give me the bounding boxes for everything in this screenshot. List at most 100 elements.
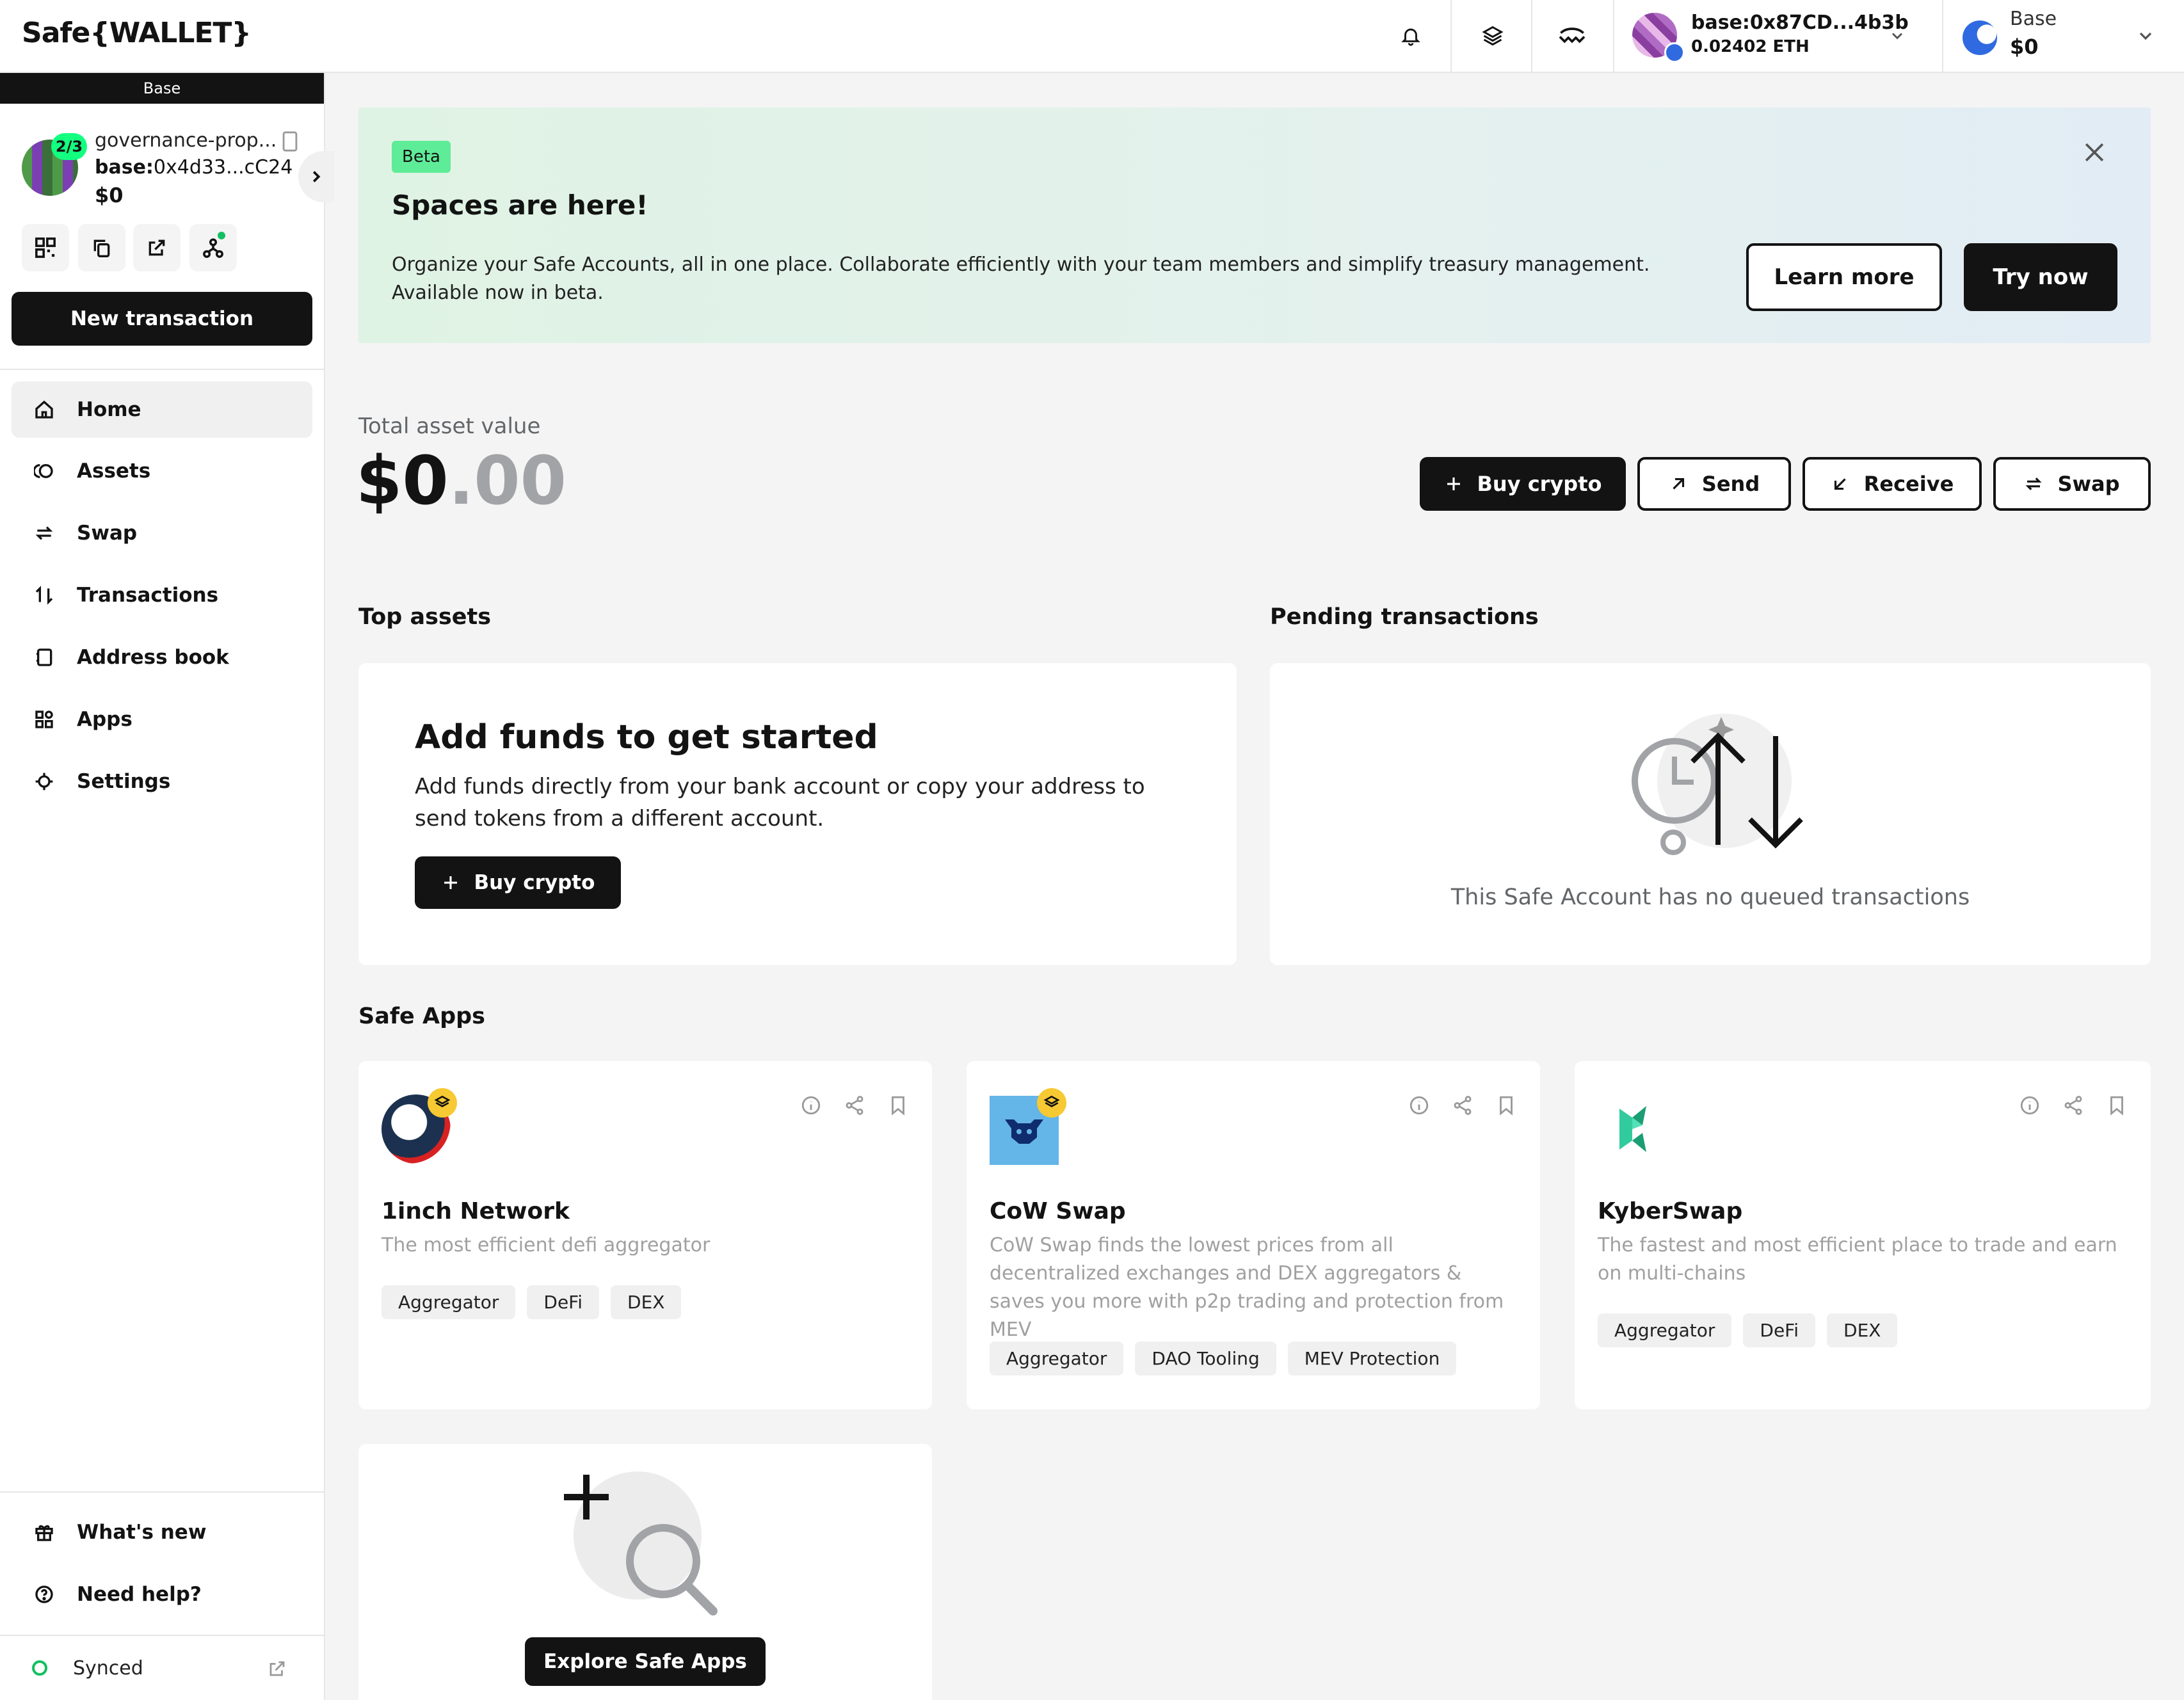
safe-balance: $0 [95,183,124,207]
buy-crypto-button[interactable]: Buy crypto [1420,457,1626,511]
top-header: Safe{WALLET} base:0x87CD...4b3b 0.02402 … [0,0,2184,73]
app-name: KyberSwap [1598,1198,1743,1224]
connected-wallet[interactable]: base:0x87CD...4b3b 0.02402 ETH [1632,10,1909,63]
synced-label: Synced [73,1656,143,1680]
tag: DAO Tooling [1135,1342,1276,1375]
safe-app-card-cow-swap[interactable]: CoW Swap CoW Swap finds the lowest price… [967,1061,1540,1409]
share-icon[interactable] [844,1095,865,1116]
share-icon[interactable] [1452,1095,1473,1116]
swap-label: Swap [2057,472,2120,496]
whats-new-link[interactable]: What's new [12,1504,312,1560]
total-asset-value: $0.00 [356,442,566,520]
arrow-up-right-icon [1673,477,1684,490]
nav-home[interactable]: Home [12,381,312,438]
network-name: Base [2010,8,2057,30]
network-selector[interactable]: Base $0 [1963,8,2167,64]
qr-code-icon [35,237,56,258]
safe-app-card-kyberswap[interactable]: KyberSwap The fastest and most efficient… [1575,1061,2151,1409]
safe-threshold-badge: 2/3 [51,133,87,160]
safe-name: governance-prop... [95,129,277,152]
send-button[interactable]: Send [1637,457,1791,511]
settings-icon [33,771,55,792]
app-name: CoW Swap [990,1198,1126,1224]
nav-transactions[interactable]: Transactions [12,567,312,623]
buy-crypto-label: Buy crypto [1477,472,1602,496]
gift-icon [33,1521,55,1543]
nav-label: Assets [77,460,151,483]
transactions-icon [33,584,55,606]
external-link-icon[interactable] [268,1659,287,1678]
nav-address-book[interactable]: Address book [12,629,312,686]
edit-icon[interactable] [280,131,300,152]
buy-crypto-label: Buy crypto [474,871,595,894]
nav-apps[interactable]: Apps [12,691,312,748]
swap-button[interactable]: Swap [1993,457,2151,511]
tag: DeFi [527,1285,600,1319]
need-help-link[interactable]: Need help? [12,1566,312,1623]
safe-address-prefix: base: [95,156,154,179]
total-asset-label: Total asset value [358,413,541,439]
try-now-button[interactable]: Try now [1964,243,2117,311]
nested-safes-button[interactable] [189,224,237,271]
copy-address-button[interactable] [78,224,125,271]
receive-button[interactable]: Receive [1803,457,1982,511]
tag: DEX [1827,1313,1898,1347]
wallet-address: base:0x87CD...4b3b [1691,12,1909,34]
bookmark-icon[interactable] [2106,1095,2128,1116]
app-name: 1inch Network [381,1198,570,1224]
bookmark-icon[interactable] [1495,1095,1517,1116]
value-decimal: .00 [448,442,566,520]
beta-badge: Beta [392,141,451,173]
top-assets-title: Top assets [358,604,492,630]
home-icon [33,399,55,421]
add-funds-card: Add funds to get started Add funds direc… [358,663,1237,965]
assets-icon [33,460,55,482]
sync-status: Synced [32,1654,143,1682]
nav-settings[interactable]: Settings [12,753,312,810]
arrow-down-left-icon [1834,478,1846,490]
walletconnect-icon [1559,28,1586,44]
no-queued-text: This Safe Account has no queued transact… [1450,885,1970,910]
open-explorer-button[interactable] [133,224,181,271]
qr-code-button[interactable] [22,224,69,271]
pending-transactions-title: Pending transactions [1270,604,1539,630]
app-description: The fastest and most efficient place to … [1598,1234,2117,1285]
safe-wallet-logo: Safe{WALLET} [22,17,252,49]
explore-safe-apps-card: Explore Safe Apps [358,1444,932,1700]
safe-address: 0x4d33...cC24 [153,156,293,179]
layers-badge-icon [1037,1088,1066,1118]
spaces-banner: Beta Spaces are here! Organize your Safe… [358,108,2151,343]
nav-assets[interactable]: Assets [12,443,312,499]
chain-indicator: Base [0,73,324,104]
info-icon[interactable] [800,1095,822,1116]
address-book-icon [33,646,55,668]
info-icon[interactable] [2019,1095,2041,1116]
nav-swap[interactable]: Swap [12,505,312,561]
nav-label: Transactions [77,584,219,607]
spaces-button[interactable] [1472,18,1513,54]
chevron-right-icon [312,171,321,182]
open-safe-list-button[interactable] [298,151,334,202]
nav-label: Address book [77,646,229,669]
close-icon[interactable] [2080,138,2108,166]
network-balance: $0 [2010,35,2039,59]
share-icon[interactable] [2062,1095,2084,1116]
app-description: The most efficient defi aggregator [381,1234,711,1256]
new-transaction-button[interactable]: New transaction [12,292,312,346]
bell-icon [1401,28,1420,46]
safe-app-card-1inch[interactable]: 1inch Network The most efficient defi ag… [358,1061,932,1409]
tag: Aggregator [1598,1313,1732,1347]
banner-title: Spaces are here! [392,189,648,221]
nav-label: Apps [77,708,132,731]
walletconnect-button[interactable] [1552,18,1593,54]
wallet-chain-badge [1664,42,1685,63]
copy-icon [93,239,110,257]
bookmark-icon[interactable] [887,1095,909,1116]
chevron-down-icon [1891,33,1903,40]
notifications-button[interactable] [1390,18,1431,54]
receive-label: Receive [1863,472,1954,496]
info-icon[interactable] [1408,1095,1430,1116]
buy-crypto-card-button[interactable]: Buy crypto [415,856,621,909]
learn-more-button[interactable]: Learn more [1746,243,1942,311]
explore-safe-apps-button[interactable]: Explore Safe Apps [525,1637,766,1686]
